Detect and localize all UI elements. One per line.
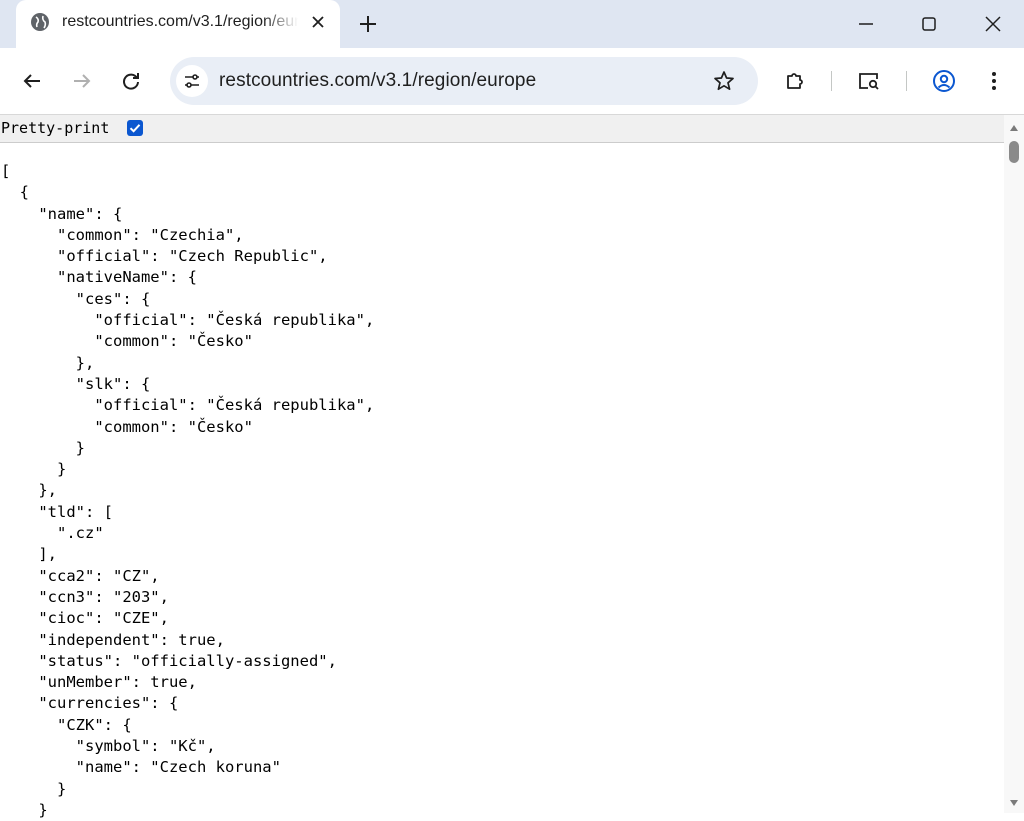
json-line: }: [1, 460, 67, 479]
pretty-print-checkbox[interactable]: [127, 120, 143, 136]
reload-icon[interactable]: [119, 69, 143, 93]
forward-arrow-icon[interactable]: [70, 69, 94, 93]
maximize-icon[interactable]: [917, 12, 941, 36]
toolbar-separator: [906, 71, 907, 91]
json-line: "symbol": "Kč",: [1, 737, 216, 756]
pretty-print-bar: Pretty-print: [0, 115, 1004, 143]
globe-icon: [31, 13, 49, 31]
json-line: [: [1, 162, 11, 180]
json-line: },: [1, 353, 95, 372]
json-line: "tld": [: [1, 502, 113, 521]
json-line: "CZK": {: [1, 715, 132, 734]
puzzle-icon[interactable]: [783, 69, 807, 93]
search-tabs-icon[interactable]: [857, 69, 881, 93]
kebab-menu-icon[interactable]: [982, 69, 1006, 93]
json-line: "official": "Česká republika",: [1, 396, 375, 415]
active-tab[interactable]: restcountries.com/v3.1/region/europe: [16, 0, 340, 48]
star-icon[interactable]: [712, 69, 736, 93]
vertical-scrollbar[interactable]: [1004, 115, 1024, 813]
toolbar-separator: [831, 71, 832, 91]
json-line: ".cz": [1, 524, 104, 543]
json-line: "common": "Česko": [1, 332, 253, 351]
json-line: "cca2": "CZ",: [1, 566, 160, 585]
address-bar[interactable]: restcountries.com/v3.1/region/europe: [170, 57, 758, 105]
json-content: [ { "name": { "common": "Czechia", "offi…: [1, 161, 374, 821]
profile-icon[interactable]: [932, 69, 956, 93]
browser-toolbar: restcountries.com/v3.1/region/europe: [0, 48, 1024, 115]
plus-icon[interactable]: [356, 12, 380, 36]
close-window-icon[interactable]: [981, 12, 1005, 36]
json-line: "ccn3": "203",: [1, 587, 169, 606]
json-line: "slk": {: [1, 374, 151, 393]
url-text: restcountries.com/v3.1/region/europe: [219, 70, 537, 91]
back-arrow-icon[interactable]: [20, 69, 44, 93]
minimize-icon[interactable]: [854, 12, 878, 36]
json-line: }: [1, 800, 48, 819]
json-line: }: [1, 779, 67, 798]
json-line: "nativeName": {: [1, 268, 197, 287]
scroll-up-icon[interactable]: [1009, 124, 1019, 132]
json-line: "ces": {: [1, 289, 151, 308]
json-line: }: [1, 438, 85, 457]
json-line: "currencies": {: [1, 694, 179, 713]
json-line: ],: [1, 545, 57, 564]
json-line: "cioc": "CZE",: [1, 609, 169, 628]
json-line: "official": "Czech Republic",: [1, 247, 328, 266]
checkmark-icon: [129, 124, 141, 133]
json-line: "common": "Czechia",: [1, 225, 244, 244]
json-line: {: [1, 183, 29, 202]
tab-title: restcountries.com/v3.1/region/europe: [62, 13, 298, 30]
json-line: "independent": true,: [1, 630, 225, 649]
scroll-down-icon[interactable]: [1009, 799, 1019, 807]
tab-strip: restcountries.com/v3.1/region/europe: [0, 0, 1024, 48]
json-line: },: [1, 481, 57, 500]
json-line: "unMember": true,: [1, 673, 197, 692]
pretty-print-label: Pretty-print: [1, 119, 110, 137]
json-line: "official": "Česká republika",: [1, 311, 375, 330]
json-line: "common": "Česko": [1, 417, 253, 436]
close-icon[interactable]: [308, 12, 328, 32]
site-info-button[interactable]: [176, 65, 208, 97]
json-line: "name": "Czech koruna": [1, 758, 281, 777]
tune-icon: [185, 74, 199, 88]
json-line: "name": {: [1, 204, 123, 223]
scrollbar-thumb[interactable]: [1009, 141, 1019, 163]
json-line: "status": "officially-assigned",: [1, 651, 337, 670]
